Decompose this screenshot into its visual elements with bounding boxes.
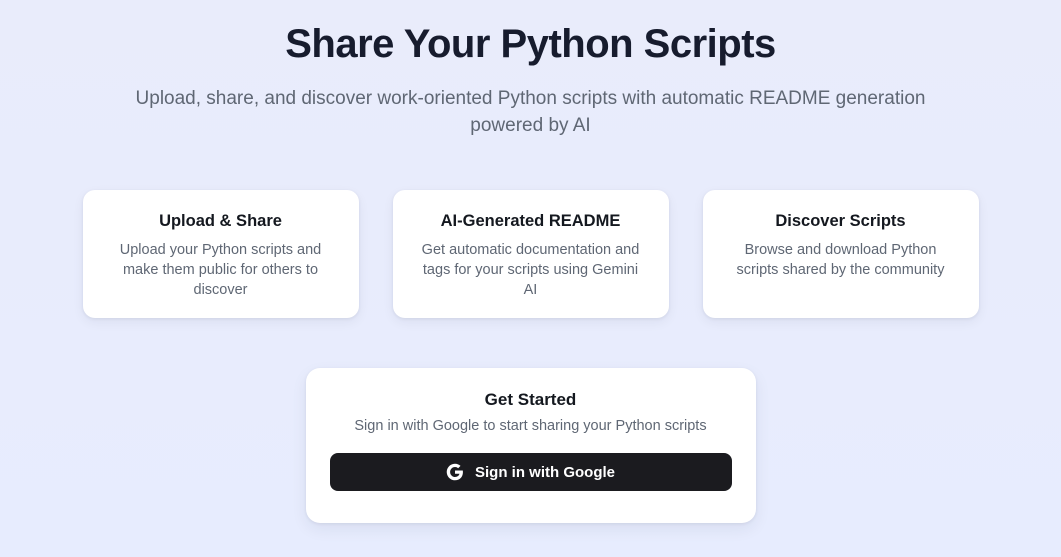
- feature-card-description: Upload your Python scripts and make them…: [119, 242, 322, 298]
- feature-cards-row: Upload & Share Upload your Python script…: [0, 190, 1061, 318]
- feature-card-upload-share: Upload & Share Upload your Python script…: [82, 190, 359, 318]
- feature-card-description: Browse and download Python scripts share…: [736, 242, 945, 278]
- get-started-subtitle: Sign in with Google to start sharing you…: [354, 418, 707, 434]
- feature-card-title: AI-Generated README: [440, 212, 621, 230]
- feature-card-title: Discover Scripts: [775, 212, 906, 230]
- google-g-icon: [446, 463, 464, 481]
- get-started-title: Get Started: [484, 390, 577, 409]
- feature-card-title: Upload & Share: [159, 212, 282, 230]
- feature-card-description: Get automatic documentation and tags for…: [421, 242, 640, 298]
- page-title: Share Your Python Scripts: [285, 22, 776, 66]
- sign-in-with-google-button[interactable]: Sign in with Google: [329, 453, 732, 491]
- feature-card-ai-readme: AI-Generated README Get automatic docume…: [392, 190, 669, 318]
- page-subtitle: Upload, share, and discover work-oriente…: [135, 88, 926, 136]
- feature-card-discover-scripts: Discover Scripts Browse and download Pyt…: [702, 190, 979, 318]
- hero-section: Share Your Python Scripts Upload, share,…: [0, 0, 1061, 139]
- sign-in-button-label: Sign in with Google: [475, 463, 615, 481]
- get-started-card: Get Started Sign in with Google to start…: [305, 368, 756, 523]
